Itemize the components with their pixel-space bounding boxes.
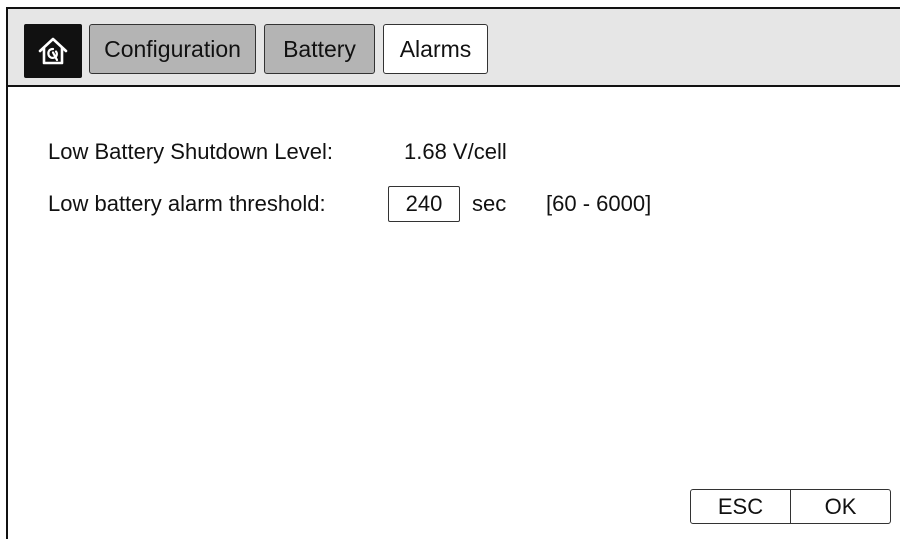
esc-button[interactable]: ESC [691,490,791,523]
alarm-threshold-label: Low battery alarm threshold: [48,191,326,216]
action-buttons: ESC OK [690,489,891,524]
home-icon [38,37,68,65]
alarm-threshold-unit: sec [472,191,507,216]
tab-bar: Configuration Battery Alarms [8,9,900,87]
ups-display-screen: Configuration Battery Alarms Low Battery… [0,0,900,539]
tab-battery[interactable]: Battery [264,24,375,74]
tab-alarms[interactable]: Alarms [383,24,488,74]
home-button[interactable] [24,24,82,78]
alarm-threshold-input[interactable]: 240 [388,186,460,222]
shutdown-level-value: 1.68 V/cell [404,139,507,164]
alarm-threshold-range: [60 - 6000] [546,191,652,216]
ok-button[interactable]: OK [791,490,890,523]
shutdown-level-label: Low Battery Shutdown Level: [48,139,333,164]
tab-configuration[interactable]: Configuration [89,24,256,74]
